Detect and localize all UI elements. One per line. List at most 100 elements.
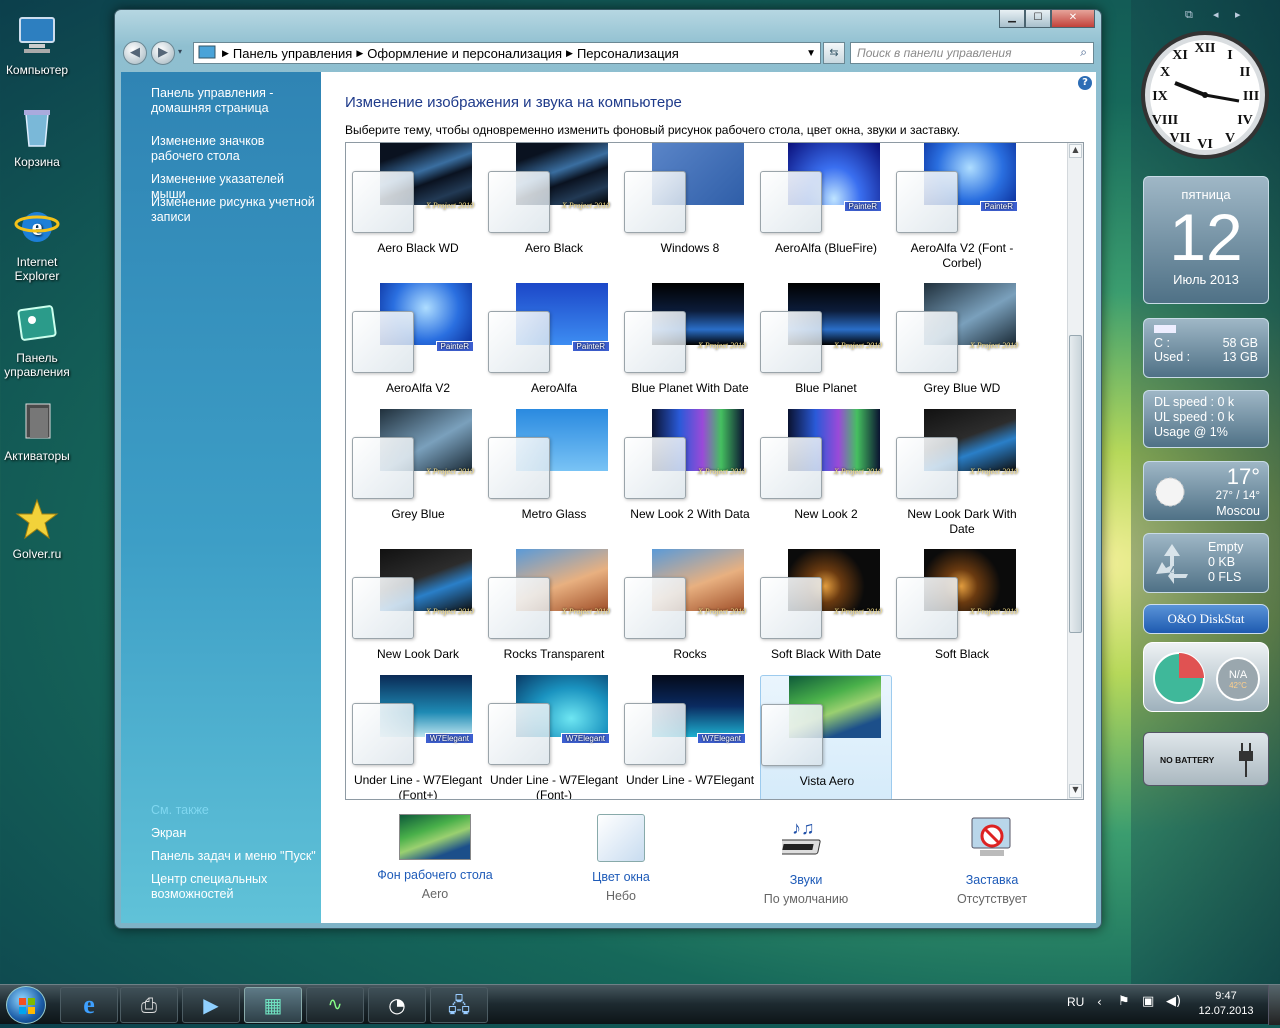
desktop-icon-label: Панель управления bbox=[4, 351, 70, 379]
theme-tile[interactable]: X Project 2010 Rocks Transparent bbox=[488, 549, 620, 675]
search-icon[interactable]: ⌕ bbox=[1080, 45, 1087, 60]
theme-tile[interactable]: X Project 2010 Grey Blue bbox=[352, 409, 484, 535]
theme-tile[interactable]: X Project 2010 Blue Planet With Date bbox=[624, 283, 756, 409]
action-center-flag-icon[interactable]: ⚑ bbox=[1118, 994, 1130, 1009]
theme-tile[interactable]: X Project 2010 New Look Dark With Date bbox=[896, 409, 1028, 536]
search-input[interactable]: Поиск в панели управления ⌕ bbox=[850, 42, 1094, 64]
battery-gadget[interactable]: NO BATTERY bbox=[1143, 732, 1269, 786]
cpu-meter-gadget[interactable]: N/A 42°C bbox=[1143, 642, 1269, 712]
desktop-icon-computer[interactable]: Компьютер bbox=[2, 12, 72, 77]
close-button[interactable]: ✕ bbox=[1051, 10, 1095, 28]
theme-label: Metro Glass bbox=[521, 507, 587, 521]
theme-tile[interactable]: PainteR AeroAlfa V2 (Font - Corbel) bbox=[896, 143, 1028, 270]
theme-tile[interactable]: W7Elegant Under Line - W7Elegant (Font-) bbox=[488, 675, 620, 799]
breadcrumb-separator-icon: ▶ bbox=[356, 47, 364, 58]
theme-tile[interactable]: PainteR AeroAlfa bbox=[488, 283, 620, 409]
breadcrumb-personalization[interactable]: Персонализация bbox=[577, 46, 679, 61]
desktop-icon-control-panel[interactable]: Панель управления bbox=[2, 300, 72, 379]
svg-text:VIII: VIII bbox=[1152, 113, 1178, 128]
scroll-up-arrow-icon[interactable]: ▲ bbox=[1069, 144, 1082, 158]
link-control-panel-home[interactable]: Панель управления - домашняя страница bbox=[151, 86, 317, 116]
theme-tile[interactable]: X Project 2010 Soft Black bbox=[896, 549, 1028, 675]
taskbar-internet-explorer[interactable]: e bbox=[60, 987, 118, 1023]
network-tray-icon[interactable]: ▣ bbox=[1142, 994, 1154, 1009]
theme-tile[interactable]: X Project 2010 New Look Dark bbox=[352, 549, 484, 675]
weather-gadget[interactable]: 17° 27° / 14° Moscou bbox=[1143, 461, 1269, 521]
link-desktop-icons[interactable]: Изменение значков рабочего стола bbox=[151, 134, 317, 164]
theme-tile[interactable]: X Project 2010 Rocks bbox=[624, 549, 756, 675]
taskbar-network[interactable]: 🖧 bbox=[430, 987, 488, 1023]
option-screensaver[interactable]: Заставка Отсутствует bbox=[912, 814, 1072, 906]
show-desktop-button[interactable] bbox=[1268, 985, 1280, 1025]
address-dropdown-icon[interactable]: ▼ bbox=[806, 48, 816, 59]
left-task-pane: Панель управления - домашняя страница Из… bbox=[121, 72, 321, 923]
desktop-icon-internet-explorer[interactable]: e Internet Explorer bbox=[2, 204, 72, 283]
theme-tile[interactable]: W7Elegant Under Line - W7Elegant bbox=[624, 675, 756, 799]
desktop-icon-golver[interactable]: Golver.ru bbox=[2, 496, 72, 561]
theme-tile[interactable]: X Project 2010 Blue Planet bbox=[760, 283, 892, 409]
taskbar-control-panel[interactable]: ▦ bbox=[244, 987, 302, 1023]
theme-tile[interactable]: PainteR AeroAlfa (BlueFire) bbox=[760, 143, 892, 269]
desktop-icon-activators[interactable]: Активаторы bbox=[2, 398, 72, 463]
recycle-bin-icon bbox=[24, 110, 50, 147]
sidebar-add-icon[interactable]: ⧉ bbox=[1185, 8, 1193, 22]
clock-gadget[interactable]: XII III IIIIVV VIVIIVIII IXXXI bbox=[1139, 26, 1271, 164]
language-indicator[interactable]: RU bbox=[1067, 995, 1084, 1009]
forward-button[interactable]: ▶ bbox=[151, 41, 175, 65]
recycle-gadget[interactable]: Empty 0 KB 0 FLS bbox=[1143, 533, 1269, 593]
theme-tile[interactable]: Windows 8 bbox=[624, 143, 756, 269]
scrollbar-thumb[interactable] bbox=[1069, 335, 1082, 633]
tray-expand-icon[interactable]: ‹ bbox=[1097, 995, 1102, 1009]
breadcrumb-control-panel[interactable]: Панель управления bbox=[233, 46, 352, 61]
theme-tile[interactable]: X Project 2010 Soft Black With Date bbox=[760, 549, 892, 675]
theme-tile[interactable]: PainteR AeroAlfa V2 bbox=[352, 283, 484, 409]
calendar-gadget[interactable]: пятница 12 Июль 2013 bbox=[1143, 176, 1269, 304]
network-icon: 🖧 bbox=[447, 993, 471, 1017]
theme-tile[interactable]: Vista Aero bbox=[760, 675, 892, 799]
refresh-button[interactable]: ⇆ bbox=[823, 42, 845, 64]
option-sounds[interactable]: ♪♫ Звуки По умолчанию bbox=[726, 814, 886, 906]
recent-pages-icon[interactable]: ▾ bbox=[178, 47, 182, 56]
theme-tile[interactable]: W7Elegant Under Line - W7Elegant (Font+) bbox=[352, 675, 484, 799]
link-display[interactable]: Экран bbox=[151, 826, 317, 841]
desktop-icon-recycle-bin[interactable]: Корзина bbox=[2, 104, 72, 169]
network-meter-gadget[interactable]: DL speed : 0 k UL speed : 0 k Usage @ 1% bbox=[1143, 390, 1269, 448]
theme-tile[interactable]: X Project 2010 New Look 2 bbox=[760, 409, 892, 535]
taskbar-monitor[interactable]: ∿ bbox=[306, 987, 364, 1023]
sidebar-next-icon[interactable]: ▸ bbox=[1235, 8, 1241, 21]
theme-label: Aero Black bbox=[524, 241, 584, 255]
calendar-month: Июль 2013 bbox=[1173, 272, 1239, 287]
theme-tile[interactable]: X Project 2010 Aero Black bbox=[488, 143, 620, 269]
minimize-button[interactable]: ▁ bbox=[999, 10, 1025, 28]
link-account-picture[interactable]: Изменение рисунка учетной записи bbox=[151, 195, 317, 225]
theme-badge: X Project 2010 bbox=[833, 607, 882, 616]
help-icon[interactable]: ? bbox=[1078, 76, 1092, 90]
theme-label: AeroAlfa (BlueFire) bbox=[774, 241, 878, 255]
theme-tile[interactable]: Metro Glass bbox=[488, 409, 620, 535]
theme-window-color-preview bbox=[624, 171, 686, 233]
theme-tile[interactable]: X Project 2010 New Look 2 With Data bbox=[624, 409, 756, 535]
theme-tile[interactable]: X Project 2010 Aero Black WD bbox=[352, 143, 484, 269]
theme-label: New Look 2 With Data bbox=[630, 507, 750, 521]
gallery-scrollbar[interactable]: ▲ ▼ bbox=[1067, 143, 1083, 799]
start-button[interactable] bbox=[6, 986, 46, 1024]
clock[interactable]: 9:47 12.07.2013 bbox=[1196, 989, 1256, 1019]
drive-meter-gadget[interactable]: C : 58 GB Used : 13 GB bbox=[1143, 318, 1269, 378]
taskbar-media-player[interactable]: ▶ bbox=[182, 987, 240, 1023]
theme-tile[interactable]: X Project 2010 Grey Blue WD bbox=[896, 283, 1028, 409]
theme-window-color-preview bbox=[488, 171, 550, 233]
taskbar-speedometer[interactable]: ◔ bbox=[368, 987, 426, 1023]
sidebar-prev-icon[interactable]: ◂ bbox=[1213, 8, 1219, 21]
back-button[interactable]: ◀ bbox=[123, 41, 147, 65]
option-window-color[interactable]: Цвет окна Небо bbox=[541, 814, 701, 903]
diskstat-gadget[interactable]: O&O DiskStat bbox=[1143, 604, 1269, 634]
link-ease-of-access[interactable]: Центр специальных возможностей bbox=[151, 872, 317, 902]
link-taskbar-start-menu[interactable]: Панель задач и меню "Пуск" bbox=[151, 849, 317, 864]
scroll-down-arrow-icon[interactable]: ▼ bbox=[1069, 784, 1082, 798]
option-desktop-background[interactable]: Фон рабочего стола Aero bbox=[355, 814, 515, 901]
volume-icon[interactable]: ◀) bbox=[1166, 994, 1181, 1009]
maximize-button[interactable]: ☐ bbox=[1025, 10, 1051, 28]
taskbar-printer[interactable]: ⎙ bbox=[120, 987, 178, 1023]
address-bar[interactable]: ▶ Панель управления ▶ Оформление и персо… bbox=[193, 42, 821, 64]
breadcrumb-appearance[interactable]: Оформление и персонализация bbox=[367, 46, 562, 61]
